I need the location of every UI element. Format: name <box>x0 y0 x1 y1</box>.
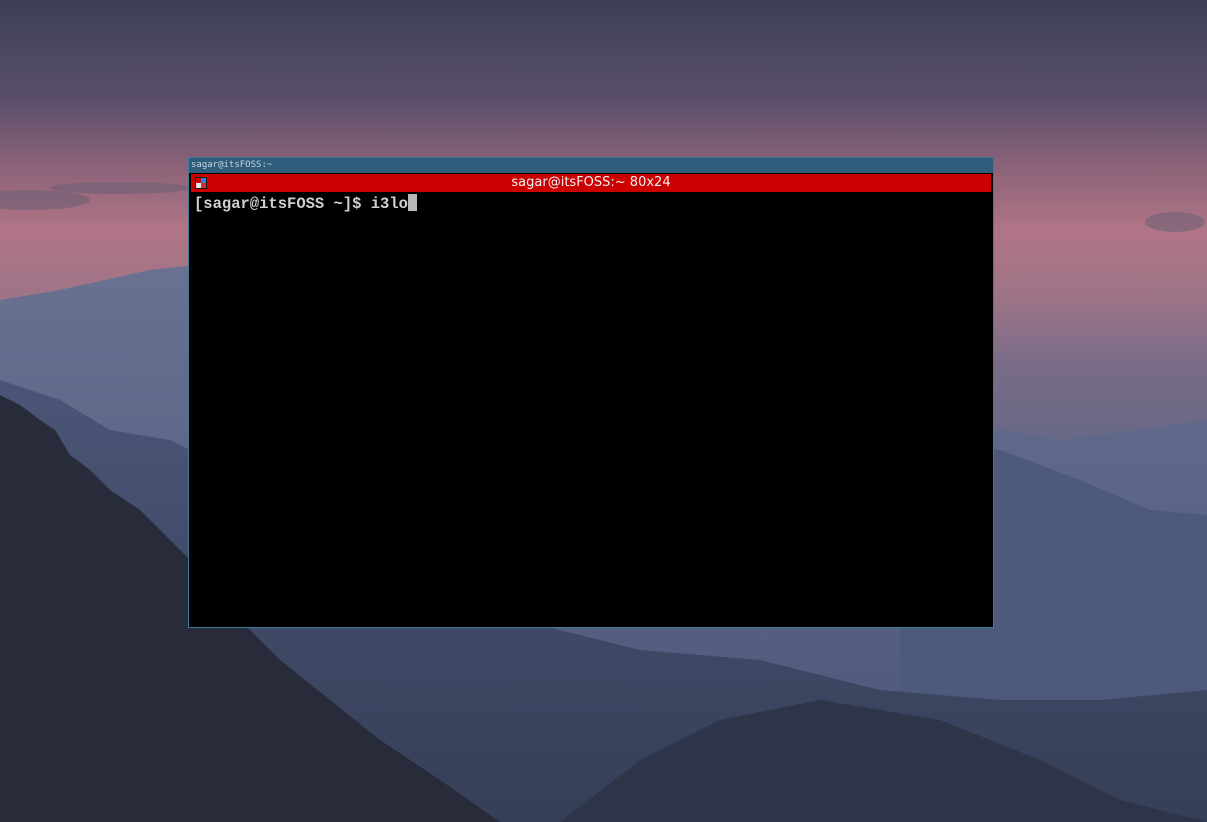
terminal-title: sagar@itsFOSS:~ 80x24 <box>511 175 671 190</box>
terminal-window[interactable]: sagar@itsFOSS:~ sagar@itsFOSS:~ 80x24 [s… <box>188 157 994 628</box>
terminal-titlebar[interactable]: sagar@itsFOSS:~ 80x24 <box>191 174 991 192</box>
window-manager-titlebar[interactable]: sagar@itsFOSS:~ <box>189 158 993 173</box>
command-line[interactable]: [sagar@itsFOSS ~]$ i3lo <box>194 194 417 213</box>
command-input[interactable]: i3lo <box>371 195 408 213</box>
text-cursor <box>407 194 417 211</box>
terminal-output[interactable]: [sagar@itsFOSS ~]$ i3lo <box>191 192 991 626</box>
shell-prompt: [sagar@itsFOSS ~]$ <box>194 195 371 213</box>
xterm-icon[interactable] <box>195 177 207 189</box>
